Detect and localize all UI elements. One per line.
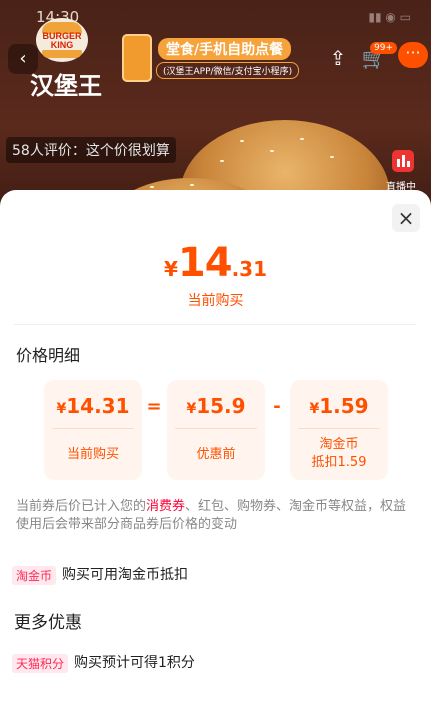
promo-title: 堂食/手机自助点餐	[158, 38, 292, 60]
back-icon: ‹	[19, 48, 27, 69]
brand-name: 汉堡王	[30, 72, 102, 100]
minus-operator: -	[273, 396, 281, 417]
phone-icon	[122, 34, 152, 82]
price-detail-sheet: × ¥14.31 当前购买 价格明细 ¥14.31 当前购买 = ¥15.9 优…	[0, 190, 431, 701]
price-detail-title: 价格明细	[16, 346, 81, 365]
coin-tag: 淘金币	[12, 565, 57, 585]
share-icon[interactable]: ⇪	[324, 44, 352, 72]
price-note: 当前券后价已计入您的消费券、红包、购物券、淘金币等权益，权益使用后会带来部分商品…	[16, 498, 416, 534]
coin-text: 购买可用淘金币抵扣	[62, 567, 189, 583]
card-label: 淘金币 抵扣1.59	[311, 437, 367, 470]
close-icon[interactable]: ×	[392, 204, 420, 232]
tmall-text: 购买预计可得1积分	[74, 655, 195, 671]
price-decimal: .31	[231, 257, 268, 281]
review-summary[interactable]: 58人评价：这个价很划算	[6, 137, 176, 163]
card-value: 15.9	[196, 394, 246, 418]
brand-logo: BURGER KING	[36, 18, 88, 62]
promo-banner: 堂食/手机自助点餐 (汉堡王APP/微信/支付宝小程序)	[118, 34, 348, 84]
price-card-original: ¥15.9 优惠前	[167, 380, 265, 480]
price-integer: 14	[177, 240, 233, 286]
tmall-points-row: 天猫积分 购买预计可得1积分	[12, 652, 195, 674]
brand-logo-text: BURGER KING	[42, 31, 82, 50]
current-price-label: 当前购买	[187, 293, 244, 309]
more-offers-title: 更多优惠	[14, 613, 82, 633]
card-label: 优惠前	[196, 447, 236, 462]
card-value: 14.31	[66, 394, 130, 418]
more-icon[interactable]: ···	[398, 42, 428, 68]
back-button[interactable]: ‹	[8, 44, 38, 74]
price-card-coin: ¥1.59 淘金币 抵扣1.59	[290, 380, 388, 480]
currency-symbol: ¥	[163, 257, 178, 281]
coin-discount-row: 淘金币 购买可用淘金币抵扣	[12, 564, 188, 586]
cart-badge: 99+	[370, 42, 397, 54]
card-label: 当前购买	[66, 447, 119, 462]
note-prefix: 当前券后价已计入您的	[16, 499, 147, 514]
card-value: 1.59	[319, 394, 369, 418]
equals-operator: =	[146, 396, 162, 417]
tmall-tag: 天猫积分	[12, 653, 69, 673]
divider	[14, 324, 416, 325]
current-price: ¥14.31	[0, 240, 431, 286]
live-icon[interactable]	[392, 150, 414, 172]
price-card-current: ¥14.31 当前购买	[44, 380, 142, 480]
status-icons: ▮▮ ◉ ▭	[368, 10, 411, 24]
note-highlight[interactable]: 消费券	[146, 499, 185, 514]
promo-subtitle: (汉堡王APP/微信/支付宝小程序)	[156, 62, 300, 79]
